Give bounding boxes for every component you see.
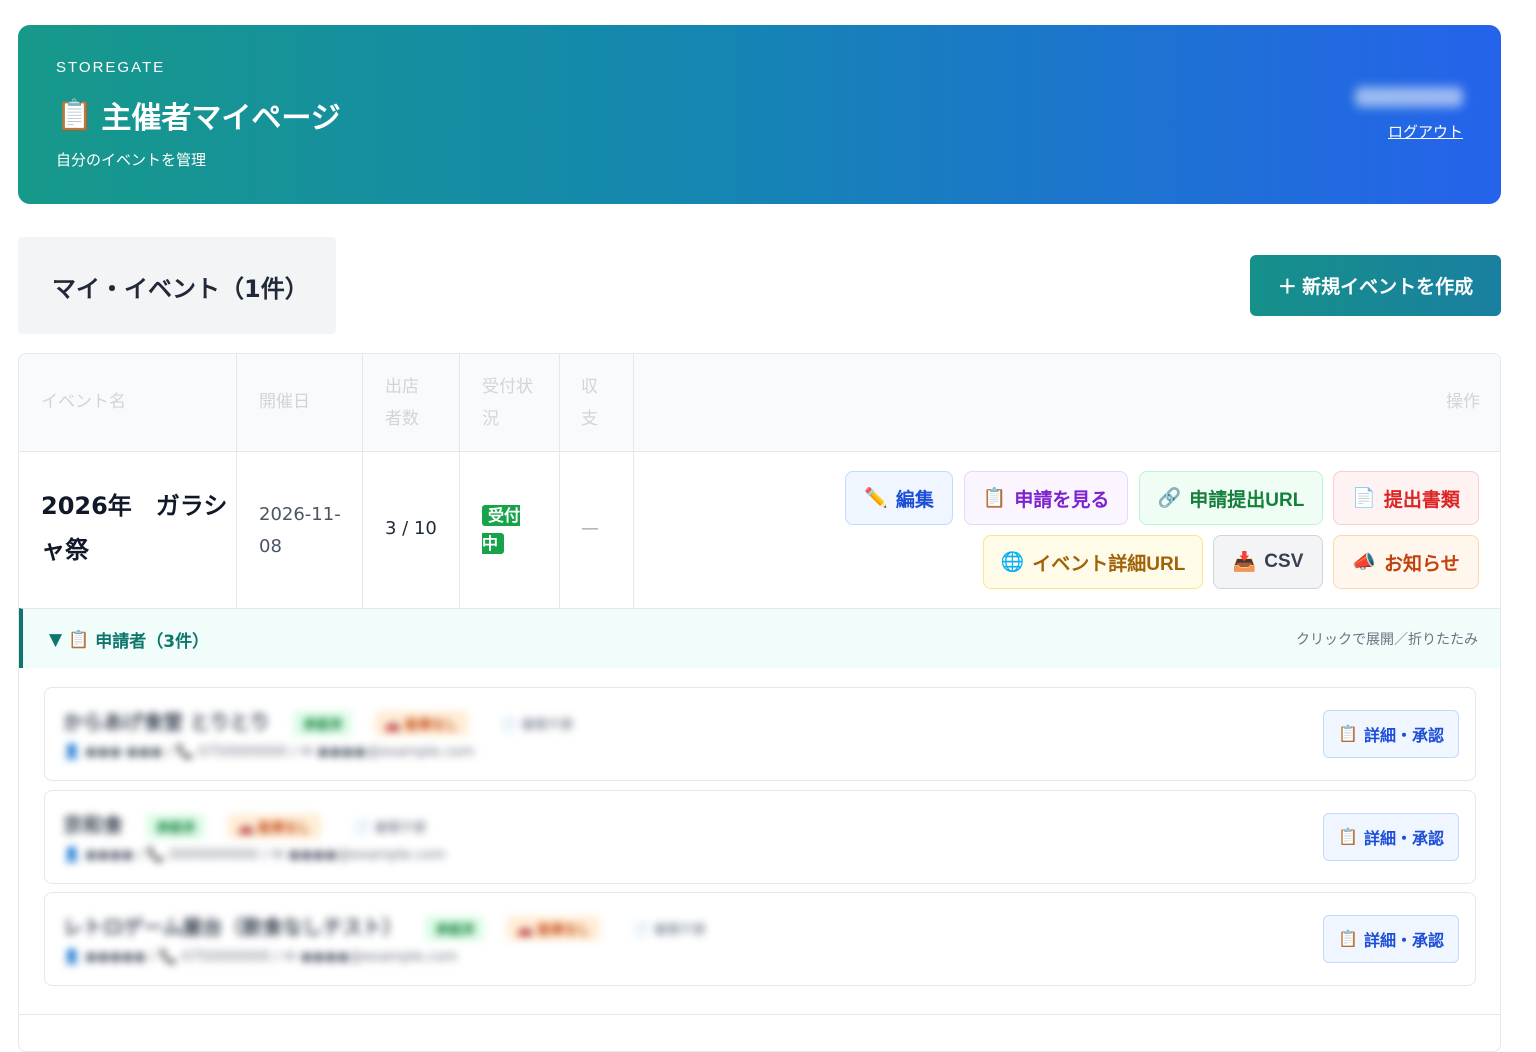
applicant-card: からあげ食堂 とりとり 承認済 🚗 駐車なし 📄 書類不要 👤 ●●● ●●● … [44, 687, 1476, 781]
download-tray-icon: 📥 [1232, 552, 1257, 573]
status-tag: 承認済 [425, 916, 485, 941]
clipboard-icon: 📋 [1338, 726, 1358, 743]
brand-name: STOREGATE [56, 59, 166, 76]
applicant-name-row: 京和食 承認済 🚗 駐車なし 📄 書類不要 [63, 809, 436, 839]
page-title: 📋 主催者マイページ [56, 93, 341, 137]
column-divider [362, 354, 363, 608]
toggle-hint: クリックで展開／折りたたみ [1296, 632, 1478, 648]
edit-button-label: 編集 [895, 489, 934, 511]
view-applications-button[interactable]: 📋 申請を見る [964, 471, 1128, 525]
notice-label: お知らせ [1384, 553, 1460, 575]
clipboard-icon: 📋 [1338, 931, 1358, 948]
applicant-card: レトロゲーム屋台（飲食なしテスト） 承認済 🚗 駐車なし 📄 書類不要 👤 ●●… [44, 892, 1476, 986]
applicant-name-row: からあげ食堂 とりとり 承認済 🚗 駐車なし 📄 書類不要 [63, 706, 583, 736]
documents-button[interactable]: 📄 提出書類 [1333, 471, 1479, 525]
clipboard-icon: 📋 [1338, 829, 1358, 846]
new-event-button[interactable]: ＋ 新規イベントを作成 [1250, 255, 1501, 316]
status-tag: 承認済 [292, 711, 352, 736]
column-header-status: 受付状況 [482, 377, 533, 429]
submission-url-button[interactable]: 🔗 申請提出URL [1139, 471, 1323, 525]
csv-label: CSV [1264, 551, 1304, 572]
applicant-contact: 👤 ●●●●● / 📞 0750000000 / ✉ ●●●●@example.… [63, 949, 458, 965]
csv-button[interactable]: 📥 CSV [1213, 535, 1323, 589]
column-divider [459, 354, 460, 608]
section-heading-box: マイ・イベント（1件） [18, 237, 336, 334]
applicant-name: 京和食 [63, 813, 123, 837]
documents-label: 提出書類 [1383, 489, 1460, 511]
parking-tag: 🚗 駐車なし [227, 814, 321, 839]
applicants-title: ▼ 📋 申請者（3件） [49, 627, 210, 653]
detail-approve-label: 詳細・承認 [1363, 933, 1444, 950]
applicant-contact: 👤 ●●● ●●● / 📞 0750000000 / ✉ ●●●●@exampl… [63, 744, 475, 760]
section-title: マイ・イベント（1件） [52, 275, 309, 303]
globe-icon: 🌐 [1000, 552, 1025, 573]
status-badge: 受付中 [482, 502, 532, 558]
documents-tag: 📄 書類不要 [353, 821, 427, 836]
user-name [1355, 87, 1463, 107]
table-header: イベント名 開催日 出店者数 受付状況 収支 操作 [19, 354, 1500, 452]
documents-tag: 📄 書類不要 [633, 923, 706, 938]
column-divider [236, 354, 237, 608]
event-detail-url-label: イベント詳細URL [1032, 553, 1186, 575]
clipboard-icon: 📋 [68, 629, 90, 650]
view-applications-label: 申請を見る [1014, 489, 1110, 511]
table-bottom-divider [19, 1014, 1500, 1015]
clipboard-icon: 📋 [56, 97, 94, 133]
column-header-date: 開催日 [259, 392, 310, 412]
status-badge-text: 受付中 [482, 505, 521, 554]
applicant-contact: 👤 ●●●● / 📞 0000000000 / ✉ ●●●●@example.c… [63, 847, 446, 863]
event-name: 2026年 ガラシャ祭 [41, 492, 228, 564]
column-header-name: イベント名 [41, 392, 126, 412]
applicant-name: レトロゲーム屋台（飲食なしテスト） [63, 915, 403, 939]
detail-approve-button[interactable]: 📋 詳細・承認 [1323, 710, 1459, 758]
applicant-card: 京和食 承認済 🚗 駐車なし 📄 書類不要 👤 ●●●● / 📞 0000000… [44, 790, 1476, 884]
detail-approve-label: 詳細・承認 [1363, 728, 1444, 745]
applicants-toggle-bar[interactable]: ▼ 📋 申請者（3件） クリックで展開／折りたたみ [19, 608, 1500, 668]
detail-approve-label: 詳細・承認 [1363, 831, 1444, 848]
megaphone-icon: 📣 [1352, 552, 1377, 573]
submission-url-label: 申請提出URL [1189, 489, 1305, 511]
applicants-title-text: 申請者（3件） [95, 632, 210, 652]
page-title-text: 主催者マイページ [101, 101, 341, 136]
link-icon: 🔗 [1157, 488, 1182, 509]
column-header-actions: 操作 [1446, 392, 1480, 412]
page-header: STOREGATE 📋 主催者マイページ 自分のイベントを管理 ログアウト [18, 25, 1501, 204]
column-header-count: 出店者数 [385, 377, 419, 429]
pencil-icon: ✏️ [864, 488, 888, 509]
detail-approve-button[interactable]: 📋 詳細・承認 [1323, 915, 1459, 963]
applicant-name-row: レトロゲーム屋台（飲食なしテスト） 承認済 🚗 駐車なし 📄 書類不要 [63, 911, 716, 941]
vendor-count: 3 / 10 [385, 518, 437, 539]
document-icon: 📄 [1352, 488, 1376, 509]
parking-tag: 🚗 駐車なし [374, 711, 468, 736]
caret-down-icon: ▼ [49, 629, 63, 650]
notice-button[interactable]: 📣 お知らせ [1333, 535, 1479, 589]
column-divider [633, 354, 634, 608]
parking-tag: 🚗 駐車なし [507, 916, 601, 941]
applicant-name: からあげ食堂 とりとり [63, 710, 270, 734]
clipboard-icon: 📋 [982, 488, 1007, 509]
page-subtitle: 自分のイベントを管理 [56, 151, 207, 169]
column-header-balance: 収支 [581, 377, 598, 429]
event-date: 2026-11-08 [259, 504, 341, 557]
column-divider [559, 354, 560, 608]
detail-approve-button[interactable]: 📋 詳細・承認 [1323, 813, 1459, 861]
event-balance: — [581, 518, 599, 539]
edit-button[interactable]: ✏️ 編集 [845, 471, 953, 525]
documents-tag: 📄 書類不要 [500, 718, 574, 733]
status-tag: 承認済 [145, 814, 205, 839]
logout-link[interactable]: ログアウト [1388, 121, 1463, 142]
events-table: イベント名 開催日 出店者数 受付状況 収支 操作 2026年 ガラシャ祭 20… [18, 353, 1501, 1052]
event-detail-url-button[interactable]: 🌐 イベント詳細URL [983, 535, 1203, 589]
